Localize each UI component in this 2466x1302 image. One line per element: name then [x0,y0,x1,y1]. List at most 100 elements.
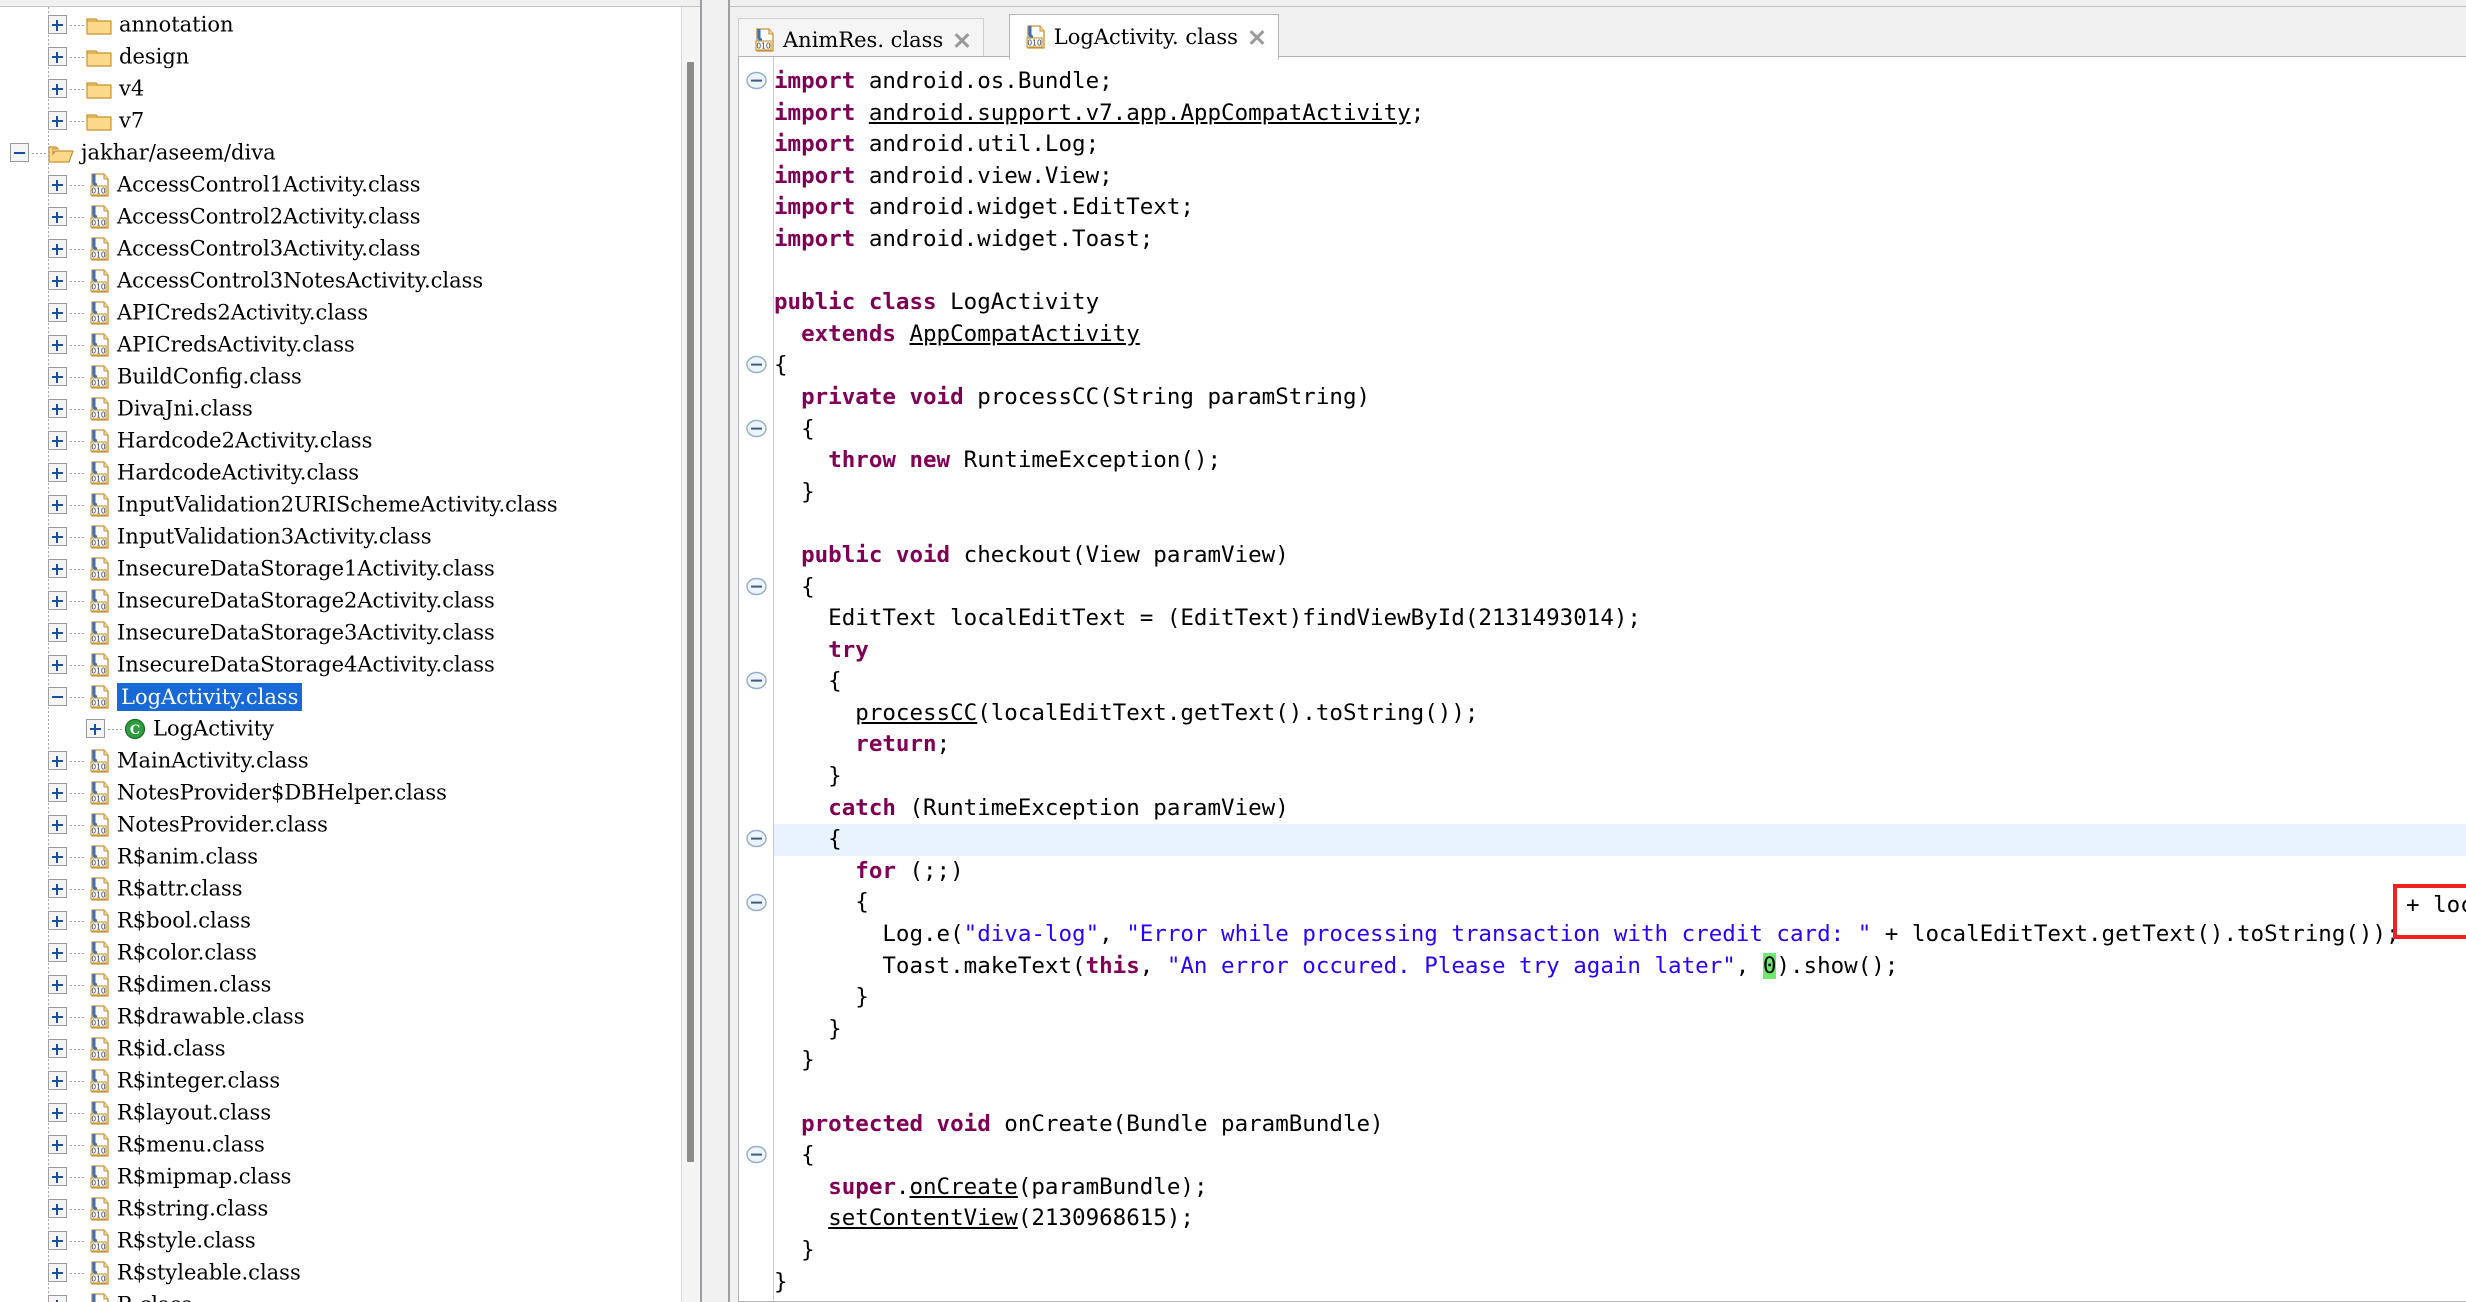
tree-item[interactable]: 010 APICreds2Activity.class [0,295,700,327]
tree-item[interactable]: 010 InsecureDataStorage2Activity.class [0,583,700,615]
tree-item[interactable]: 010 AccessControl3Activity.class [0,231,700,263]
fold-collapse-icon[interactable] [746,670,767,691]
tree-item[interactable]: jakhar/aseem/diva [0,135,700,167]
expand-plus-icon[interactable] [48,15,67,34]
tree-item[interactable]: 010 AccessControl3NotesActivity.class [0,263,700,295]
editor-tab[interactable]: 010 LogActivity. class [1008,14,1279,60]
fold-collapse-icon[interactable] [746,576,767,597]
expand-plus-icon[interactable] [48,399,67,418]
tree-item[interactable]: 010 R$color.class [0,935,700,967]
expand-plus-icon[interactable] [48,879,67,898]
close-icon[interactable] [953,31,971,49]
tree-item[interactable]: 010 R$string.class [0,1191,700,1223]
tree-item[interactable]: 010 R$bool.class [0,903,700,935]
panel-divider[interactable] [700,0,730,1302]
tree-item[interactable]: 010 AccessControl2Activity.class [0,199,700,231]
collapse-minus-icon[interactable] [10,143,29,162]
class-tree[interactable]: annotation design v4 v7 jakhar/aseem/diva 010… [0,7,700,1302]
tree-item[interactable]: v4 [0,71,700,103]
tree-item[interactable]: 010 InputValidation3Activity.class [0,519,700,551]
tree-item[interactable]: 010 MainActivity.class [0,743,700,775]
tree-item[interactable]: 010 R.class [0,1287,700,1302]
tree-item[interactable]: 010 R$layout.class [0,1095,700,1127]
expand-plus-icon[interactable] [48,111,67,130]
fold-collapse-icon[interactable] [746,828,767,849]
collapse-minus-icon[interactable] [48,687,67,706]
expand-plus-icon[interactable] [48,335,67,354]
tree-item[interactable]: 010 InsecureDataStorage3Activity.class [0,615,700,647]
fold-collapse-icon[interactable] [746,70,767,91]
expand-plus-icon[interactable] [48,1135,67,1154]
expand-plus-icon[interactable] [48,303,67,322]
tree-item[interactable]: 010 NotesProvider.class [0,807,700,839]
tree-item[interactable]: 010 R$attr.class [0,871,700,903]
fold-collapse-icon[interactable] [746,418,767,439]
expand-plus-icon[interactable] [48,79,67,98]
tree-vertical-scrollbar[interactable] [681,7,700,1302]
expand-plus-icon[interactable] [48,1071,67,1090]
tree-item[interactable]: annotation [0,7,700,39]
expand-plus-icon[interactable] [48,1231,67,1250]
fold-collapse-icon[interactable] [746,1144,767,1165]
tree-item[interactable]: 010 R$mipmap.class [0,1159,700,1191]
expand-plus-icon[interactable] [48,207,67,226]
expand-plus-icon[interactable] [48,1295,67,1302]
tree-item[interactable]: v7 [0,103,700,135]
tree-item[interactable]: design [0,39,700,71]
tree-item[interactable]: 010 R$menu.class [0,1127,700,1159]
tree-scrollbar-thumb[interactable] [687,62,694,1162]
folding-gutter[interactable] [739,57,774,1301]
expand-plus-icon[interactable] [48,1007,67,1026]
tree-item[interactable]: C LogActivity [0,711,700,743]
tree-item[interactable]: 010 R$anim.class [0,839,700,871]
expand-plus-icon[interactable] [48,751,67,770]
expand-plus-icon[interactable] [48,495,67,514]
expand-plus-icon[interactable] [48,367,67,386]
tree-item[interactable]: 010 AccessControl1Activity.class [0,167,700,199]
expand-plus-icon[interactable] [48,239,67,258]
code-view[interactable]: import android.os.Bundle; import android.… [738,56,2466,1302]
close-icon[interactable] [1248,28,1266,46]
tree-item[interactable]: 010 R$style.class [0,1223,700,1255]
tree-item[interactable]: 010 BuildConfig.class [0,359,700,391]
tree-item[interactable]: 010 NotesProvider$DBHelper.class [0,775,700,807]
tree-item[interactable]: 010 Hardcode2Activity.class [0,423,700,455]
expand-plus-icon[interactable] [48,911,67,930]
tree-item[interactable]: 010 InsecureDataStorage4Activity.class [0,647,700,679]
expand-plus-icon[interactable] [86,719,105,738]
expand-plus-icon[interactable] [48,559,67,578]
tree-item[interactable]: 010 APICredsActivity.class [0,327,700,359]
tree-item-selected[interactable]: 010 LogActivity.class [0,679,700,711]
tree-item[interactable]: 010 R$styleable.class [0,1255,700,1287]
expand-plus-icon[interactable] [48,1039,67,1058]
expand-plus-icon[interactable] [48,623,67,642]
expand-plus-icon[interactable] [48,1199,67,1218]
expand-plus-icon[interactable] [48,943,67,962]
editor-tab-bar[interactable]: 010 AnimRes. class 010 LogActivity. class [738,12,2466,60]
tree-item[interactable]: 010 R$integer.class [0,1063,700,1095]
fold-collapse-icon[interactable] [746,892,767,913]
expand-plus-icon[interactable] [48,1103,67,1122]
expand-plus-icon[interactable] [48,1167,67,1186]
tree-item[interactable]: 010 R$dimen.class [0,967,700,999]
expand-plus-icon[interactable] [48,175,67,194]
expand-plus-icon[interactable] [48,463,67,482]
expand-plus-icon[interactable] [48,783,67,802]
fold-collapse-icon[interactable] [746,354,767,375]
expand-plus-icon[interactable] [48,431,67,450]
tree-item[interactable]: 010 R$drawable.class [0,999,700,1031]
expand-plus-icon[interactable] [48,847,67,866]
source-code-text[interactable]: import android.os.Bundle; import android.… [774,57,2466,1301]
expand-plus-icon[interactable] [48,815,67,834]
expand-plus-icon[interactable] [48,591,67,610]
expand-plus-icon[interactable] [48,975,67,994]
expand-plus-icon[interactable] [48,271,67,290]
tree-item[interactable]: 010 R$id.class [0,1031,700,1063]
expand-plus-icon[interactable] [48,1263,67,1282]
expand-plus-icon[interactable] [48,527,67,546]
tree-item[interactable]: 010 InputValidation2URISchemeActivity.cla… [0,487,700,519]
tree-item[interactable]: 010 InsecureDataStorage1Activity.class [0,551,700,583]
tree-item[interactable]: 010 DivaJni.class [0,391,700,423]
expand-plus-icon[interactable] [48,655,67,674]
tree-item[interactable]: 010 HardcodeActivity.class [0,455,700,487]
